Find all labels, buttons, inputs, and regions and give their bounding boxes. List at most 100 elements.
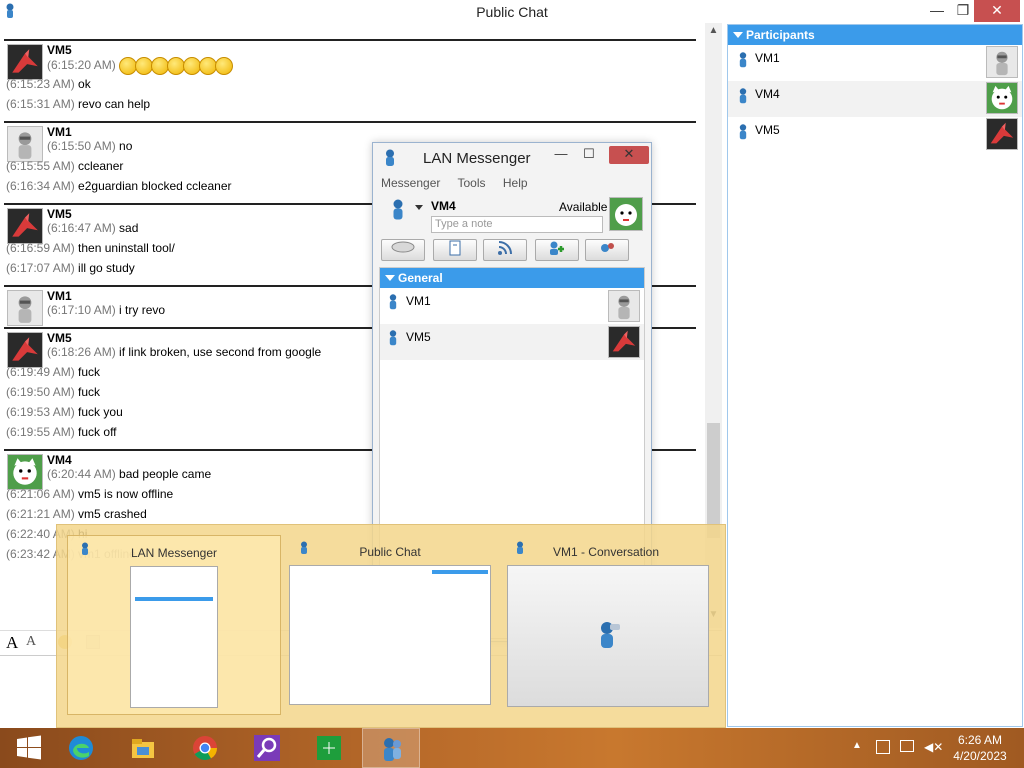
message-button[interactable] — [381, 239, 425, 261]
message-text: fuck off — [78, 425, 117, 439]
volume-muted-icon[interactable]: ◀✕ — [924, 740, 943, 754]
participant-item[interactable]: VM5 — [728, 117, 1022, 153]
participant-name: VM1 — [755, 51, 780, 65]
message-text: vm5 crashed — [78, 507, 147, 521]
message-timestamp: (6:19:50 AM) — [6, 385, 75, 399]
add-contact-button[interactable] — [535, 239, 579, 261]
person-status-icon — [388, 294, 398, 313]
settings-button[interactable] — [585, 239, 629, 261]
taskbar-edge[interactable] — [52, 728, 110, 768]
settings-icon — [598, 243, 616, 259]
status-person-icon[interactable] — [391, 199, 405, 224]
person-status-icon — [738, 124, 748, 143]
user-status[interactable]: Available — [559, 200, 607, 214]
start-button[interactable] — [0, 728, 58, 768]
message-group: VM5 (6:15:20 AM) (6:15:23 AM) ok (6:15:31 … — [4, 41, 696, 123]
message-timestamp: (6:19:53 AM) — [6, 405, 75, 419]
participants-panel: Participants VM1 VM4 VM5 — [727, 24, 1023, 727]
taskbar-search-app[interactable] — [238, 728, 296, 768]
participant-item[interactable]: VM4 — [728, 81, 1022, 117]
participants-header[interactable]: Participants — [728, 25, 1022, 45]
show-hidden-icons-icon[interactable]: ▲ — [852, 740, 862, 751]
message-text: then uninstall tool/ — [78, 241, 175, 255]
file-transfer-icon — [448, 240, 462, 259]
contact-item[interactable]: VM1 — [380, 288, 644, 324]
file-transfer-button[interactable] — [433, 239, 477, 261]
group-header-general[interactable]: General — [380, 268, 644, 288]
lan-messenger-logo-icon — [601, 622, 620, 648]
status-dropdown-icon[interactable] — [415, 205, 423, 214]
message-text: ill go study — [78, 261, 135, 275]
lan-menu-bar: Messenger Tools Help — [381, 176, 542, 190]
font-icon[interactable]: A — [6, 633, 18, 653]
taskbar-file-explorer[interactable] — [114, 728, 172, 768]
thumbnail-image — [289, 565, 491, 705]
sender-name: VM4 — [47, 453, 72, 467]
network-icon[interactable] — [900, 740, 914, 752]
message-timestamp: (6:18:26 AM) — [47, 345, 116, 359]
sender-avatar — [7, 44, 43, 80]
participant-avatar — [986, 82, 1018, 114]
sender-avatar — [7, 208, 43, 244]
message-text: e2guardian blocked ccleaner — [78, 179, 232, 193]
message-line: (6:15:20 AM) — [47, 57, 234, 75]
message-timestamp: (6:15:50 AM) — [47, 139, 116, 153]
user-avatar[interactable] — [609, 197, 643, 231]
message-text: fuck you — [78, 405, 123, 419]
menu-tools[interactable]: Tools — [458, 176, 486, 190]
emoticon-icon — [215, 57, 234, 75]
message-text: bad people came — [119, 467, 212, 481]
participant-item[interactable]: VM1 — [728, 45, 1022, 81]
taskbar-chrome[interactable] — [176, 728, 234, 768]
file-explorer-icon — [132, 739, 154, 758]
participant-avatar — [986, 46, 1018, 78]
sender-avatar — [7, 454, 43, 490]
close-button[interactable]: ✕ — [974, 0, 1020, 22]
add-contact-icon — [547, 241, 567, 259]
message-text: sad — [119, 221, 139, 235]
sender-name: VM5 — [47, 43, 72, 57]
message-line: (6:21:06 AM) vm5 is now offline — [6, 487, 173, 501]
lan-close-button[interactable]: ✕ — [609, 146, 649, 164]
windows-taskbar: ▲ ◀✕ 6:26 AM 4/20/2023 — [0, 728, 1024, 768]
taskbar-store[interactable] — [300, 728, 358, 768]
participant-name: VM4 — [755, 87, 780, 101]
lan-minimize-button[interactable]: — — [547, 146, 575, 164]
thumbnail-lan-messenger[interactable]: LAN Messenger — [67, 535, 281, 715]
thumbnail-vm1-conversation[interactable]: VM1 - Conversation — [503, 535, 709, 715]
menu-help[interactable]: Help — [503, 176, 528, 190]
lan-maximize-button[interactable]: ☐ — [575, 146, 603, 164]
message-timestamp: (6:19:55 AM) — [6, 425, 75, 439]
person-status-icon — [388, 330, 398, 349]
message-text: if link broken, use second from google — [119, 345, 322, 359]
person-status-icon — [738, 88, 748, 107]
broadcast-button[interactable] — [483, 239, 527, 261]
person-status-icon — [738, 52, 748, 71]
message-line: (6:19:49 AM) fuck — [6, 365, 100, 379]
message-line: (6:19:53 AM) fuck you — [6, 405, 123, 419]
edge-icon — [69, 736, 93, 760]
thumbnail-title: LAN Messenger — [130, 546, 218, 560]
scroll-up-arrow-icon[interactable]: ▲ — [705, 25, 722, 36]
thumbnail-title: Public Chat — [359, 545, 421, 559]
note-input[interactable]: Type a note — [431, 216, 603, 233]
sender-avatar — [7, 290, 43, 326]
menu-messenger[interactable]: Messenger — [381, 176, 440, 190]
thumbnail-public-chat[interactable]: Public Chat — [287, 535, 493, 715]
message-line: (6:16:59 AM) then uninstall tool/ — [6, 241, 175, 255]
taskbar-clock[interactable]: 6:26 AM 4/20/2023 — [944, 732, 1016, 764]
message-text: vm5 is now offline — [78, 487, 174, 501]
message-line: (6:15:31 AM) revo can help — [6, 97, 150, 111]
message-timestamp: (6:17:10 AM) — [47, 303, 116, 317]
contact-item[interactable]: VM5 — [380, 324, 644, 360]
taskbar-lan-messenger[interactable] — [362, 728, 420, 768]
message-text: ok — [78, 77, 91, 91]
message-timestamp: (6:16:34 AM) — [6, 179, 75, 193]
user-name: VM4 — [431, 199, 456, 213]
message-timestamp: (6:21:21 AM) — [6, 507, 75, 521]
scrollbar-thumb[interactable] — [707, 423, 720, 538]
font-color-icon[interactable]: A — [26, 634, 36, 650]
message-text: fuck — [78, 365, 101, 379]
message-timestamp: (6:21:06 AM) — [6, 487, 75, 501]
action-center-flag-icon[interactable] — [876, 740, 890, 754]
